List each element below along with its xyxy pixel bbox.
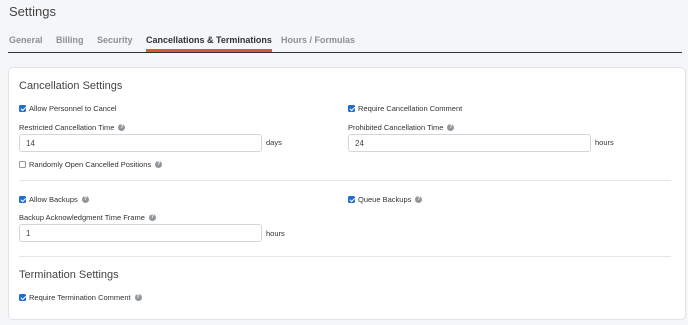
restricted-cancellation-time-unit: days [266,138,282,147]
tab-security[interactable]: Security [97,35,133,45]
tab-hours-formulas[interactable]: Hours / Formulas [281,35,355,45]
randomly-open-cancelled-option[interactable]: Randomly Open Cancelled Positions ? [19,160,163,169]
require-cancellation-comment-checkbox[interactable] [348,105,355,112]
question-circle-icon[interactable]: ? [81,196,89,203]
restricted-cancellation-time-label: Restricted Cancellation Time ? [19,123,126,132]
backup-acknowledgment-label: Backup Acknowledgment Time Frame ? [19,213,156,222]
queue-backups-checkbox[interactable] [348,196,355,203]
tab-general[interactable]: General [9,35,43,45]
question-circle-icon[interactable]: ? [447,124,455,131]
queue-backups-option[interactable]: Queue Backups ? [348,195,423,204]
prohibited-cancellation-time-unit: hours [595,138,614,147]
require-termination-comment-label: Require Termination Comment [29,293,131,302]
backup-acknowledgment-unit: hours [266,229,285,238]
page-title: Settings [9,4,56,19]
randomly-open-cancelled-label: Randomly Open Cancelled Positions [29,160,152,169]
restricted-cancellation-time-input[interactable] [19,134,262,152]
allow-personnel-cancel-label: Allow Personnel to Cancel [29,104,117,113]
tab-billing[interactable]: Billing [56,35,84,45]
tab-cancellations-terminations[interactable]: Cancellations & Terminations [146,35,272,52]
settings-tabs: General Billing Security Cancellations &… [8,33,682,53]
require-cancellation-comment-option[interactable]: Require Cancellation Comment [348,104,462,113]
question-circle-icon[interactable]: ? [155,161,163,168]
allow-backups-checkbox[interactable] [19,196,26,203]
section-divider [19,180,671,181]
require-termination-comment-option[interactable]: Require Termination Comment ? [19,293,142,302]
queue-backups-label: Queue Backups [358,195,412,204]
cancellation-settings-title: Cancellation Settings [19,80,123,92]
randomly-open-cancelled-checkbox[interactable] [19,161,26,168]
question-circle-icon[interactable]: ? [415,196,423,203]
question-circle-icon[interactable]: ? [148,214,156,221]
allow-personnel-cancel-option[interactable]: Allow Personnel to Cancel [19,104,117,113]
backup-acknowledgment-input[interactable] [19,224,262,242]
termination-settings-title: Termination Settings [19,269,119,281]
section-divider [19,256,671,257]
allow-backups-option[interactable]: Allow Backups ? [19,195,89,204]
settings-card: Cancellation Settings Allow Personnel to… [8,67,686,320]
allow-personnel-cancel-checkbox[interactable] [19,105,26,112]
question-circle-icon[interactable]: ? [118,124,126,131]
allow-backups-label: Allow Backups [29,195,78,204]
prohibited-cancellation-time-label: Prohibited Cancellation Time ? [348,123,455,132]
prohibited-cancellation-time-input[interactable] [348,134,591,152]
require-termination-comment-checkbox[interactable] [19,294,26,301]
require-cancellation-comment-label: Require Cancellation Comment [358,104,463,113]
question-circle-icon[interactable]: ? [134,294,142,301]
